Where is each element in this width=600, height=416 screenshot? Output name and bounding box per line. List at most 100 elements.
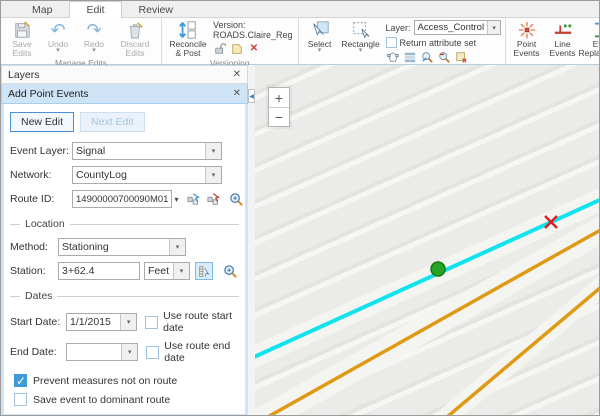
route-id-arrow-icon[interactable]: ▾	[172, 195, 180, 204]
select-caret-icon: ▾	[318, 49, 322, 53]
prevent-measures-checkbox[interactable]	[14, 374, 27, 387]
line-events-button[interactable]: Line Events	[545, 19, 581, 58]
select-by-shape-icon[interactable]	[386, 50, 400, 63]
zoom-out-button[interactable]: −	[269, 107, 289, 126]
map-zoom-control: + −	[268, 87, 290, 127]
point-events-button[interactable]: Point Events	[509, 19, 545, 58]
save-dominant-checkbox[interactable]	[14, 393, 27, 406]
layer-combo-value: Access_Control	[415, 22, 488, 33]
add-point-events-body: New Edit Next Edit Event Layer: Signal N…	[1, 104, 248, 416]
layers-pane-header[interactable]: Layers ✕	[1, 65, 248, 84]
station-units-arrow-icon[interactable]	[173, 263, 189, 279]
dates-section-divider: Dates	[10, 290, 239, 302]
select-route-blue-icon[interactable]	[185, 190, 203, 208]
event-replacement-label: Event Replacement	[579, 40, 600, 58]
use-route-start-checkbox[interactable]	[145, 316, 158, 329]
rectangle-caret-icon: ▾	[359, 49, 363, 53]
zoom-to-route-icon[interactable]	[227, 190, 245, 208]
redo-icon: ↷	[86, 20, 101, 40]
version-value: ROADS.Claire_Reg	[213, 30, 293, 40]
line-events-icon	[553, 20, 573, 40]
start-date-combo[interactable]: 1/1/2015	[66, 313, 137, 331]
redo-caret-icon: ▾	[92, 49, 96, 53]
pan-to-selection-icon[interactable]	[437, 50, 451, 63]
clear-selection-icon[interactable]	[454, 50, 468, 63]
route-id-value: 14900000700090M01	[72, 190, 172, 208]
station-input[interactable]	[58, 262, 140, 280]
add-point-events-header[interactable]: Add Point Events ✕	[1, 84, 248, 104]
network-arrow-icon[interactable]	[205, 167, 221, 183]
end-date-arrow-icon[interactable]	[121, 344, 137, 360]
delete-version-icon[interactable]: ✕	[247, 42, 261, 55]
method-combo[interactable]: Stationing	[58, 238, 186, 256]
zoom-in-button[interactable]: +	[269, 88, 289, 107]
use-route-end-label: Use route end date	[164, 340, 239, 364]
start-date-value: 1/1/2015	[67, 316, 120, 328]
zoom-to-selection-icon[interactable]	[420, 50, 434, 63]
reconcile-post-button[interactable]: Reconcile & Post	[165, 19, 211, 58]
undo-button[interactable]: ↶ Undo ▾	[40, 19, 76, 53]
discard-edits-label: Discard Edits	[113, 40, 157, 58]
next-edit-button[interactable]: Next Edit	[80, 112, 145, 132]
event-layer-value: Signal	[73, 145, 205, 157]
redo-button[interactable]: ↷ Redo ▾	[76, 19, 112, 53]
pick-station-from-map-button[interactable]	[195, 262, 213, 280]
route-id-combo[interactable]: 14900000700090M01 ▾	[72, 190, 180, 208]
group-versioning: Reconcile & Post Version: ROADS.Claire_R…	[162, 18, 299, 64]
zoom-to-station-icon[interactable]	[221, 262, 239, 280]
group-selection: Select ▾ Rectangle ▾ Layer: Access_Contr…	[299, 18, 506, 64]
event-point-marker[interactable]	[431, 262, 445, 276]
event-layer-combo[interactable]: Signal	[72, 142, 222, 160]
end-date-combo[interactable]	[66, 343, 138, 361]
tab-map[interactable]: Map	[15, 1, 69, 17]
network-combo[interactable]: CountyLog	[72, 166, 222, 184]
group-manage-edits: Save Edits ↶ Undo ▾ ↷ Redo ▾ Discard Edi…	[1, 18, 162, 64]
group-edit-events: Point Events Line Events Event Replaceme…	[506, 18, 600, 64]
tab-review[interactable]: Review	[122, 1, 190, 17]
prevent-measures-label: Prevent measures not on route	[33, 375, 177, 387]
save-edits-button[interactable]: Save Edits	[4, 19, 40, 58]
return-attribute-checkbox[interactable]	[386, 37, 397, 48]
add-point-events-close-icon[interactable]: ✕	[233, 88, 241, 99]
layers-close-icon[interactable]: ✕	[233, 69, 241, 80]
station-units-combo[interactable]: Feet	[144, 262, 190, 280]
discard-edits-button[interactable]: Discard Edits	[112, 19, 158, 58]
select-cursor-icon	[310, 20, 330, 40]
layer-combo[interactable]: Access_Control	[414, 20, 502, 35]
event-layer-arrow-icon[interactable]	[205, 143, 221, 159]
trash-icon	[127, 20, 143, 40]
add-point-events-title: Add Point Events	[8, 88, 89, 100]
save-edits-label: Save Edits	[5, 40, 39, 58]
route-id-label: Route ID:	[10, 193, 72, 205]
new-edit-button[interactable]: New Edit	[10, 112, 74, 132]
select-button[interactable]: Select ▾	[302, 19, 338, 53]
map-view[interactable]: + −	[255, 65, 599, 416]
start-date-arrow-icon[interactable]	[120, 314, 136, 330]
event-layer-label: Event Layer:	[10, 145, 72, 157]
ribbon-tab-bar: Map Edit Review	[1, 1, 599, 18]
collapse-panel-icon[interactable]: ◀	[248, 89, 255, 103]
network-value: CountyLog	[73, 169, 205, 181]
selection-list-icon[interactable]	[403, 50, 417, 63]
select-route-red-icon[interactable]	[205, 190, 223, 208]
use-route-end-checkbox[interactable]	[146, 346, 159, 359]
location-section-label: Location	[20, 218, 70, 230]
rectangle-button[interactable]: Rectangle ▾	[338, 19, 384, 53]
ribbon: Save Edits ↶ Undo ▾ ↷ Redo ▾ Discard Edi…	[1, 18, 599, 65]
point-events-icon	[517, 20, 537, 40]
method-label: Method:	[10, 241, 58, 253]
unlock-icon[interactable]	[213, 42, 227, 55]
location-section-divider: Location	[10, 218, 239, 230]
layer-combo-arrow-icon[interactable]	[487, 21, 500, 34]
undo-icon: ↶	[50, 20, 65, 40]
version-label: Version:	[213, 20, 293, 30]
new-version-icon[interactable]	[230, 42, 244, 55]
tab-edit[interactable]: Edit	[69, 1, 121, 18]
point-events-label: Point Events	[510, 40, 544, 58]
event-replacement-button[interactable]: Event Replacement	[581, 19, 600, 58]
panel-splitter[interactable]: ◀	[248, 65, 255, 416]
app-window: Map Edit Review Save Edits ↶ Undo ▾	[0, 0, 600, 416]
station-label: Station:	[10, 265, 58, 277]
reconcile-post-label: Reconcile & Post	[166, 40, 210, 58]
method-arrow-icon[interactable]	[169, 239, 185, 255]
